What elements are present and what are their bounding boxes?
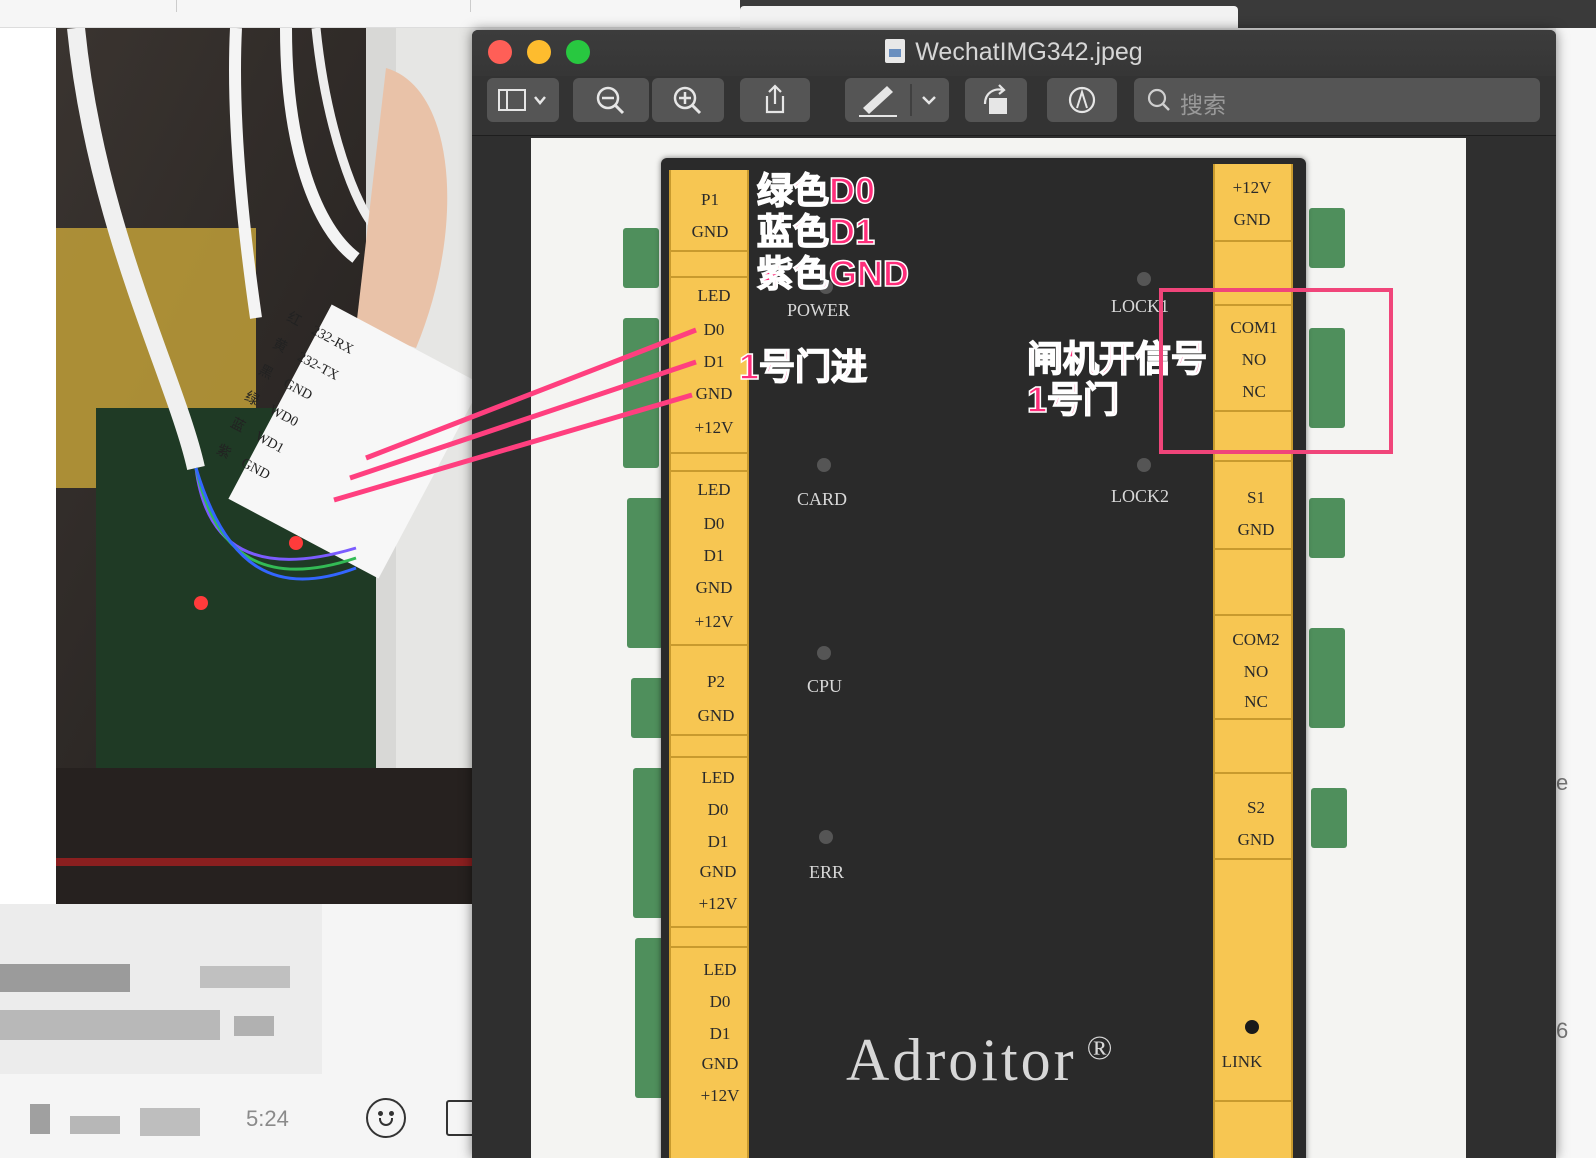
terminal-block — [1309, 208, 1345, 268]
lock1-led — [1137, 272, 1151, 286]
lock2-led — [1137, 458, 1151, 472]
link-led — [1245, 1020, 1259, 1034]
displayed-image[interactable]: P1 GND LED D0 D1 GND +12V LED D0 D1 GND … — [531, 138, 1466, 1158]
chat-photo-wiring[interactable]: 红 232-RX 黄 232-TX 黑 GND 绿 WD0 蓝 WD1 紫 GN… — [56, 28, 472, 904]
chat-margin — [0, 28, 56, 904]
chat-message-preview[interactable] — [0, 904, 322, 1074]
rotate-button[interactable] — [965, 78, 1027, 122]
sidebar-toggle-button[interactable] — [487, 78, 559, 122]
terminal-block — [623, 228, 659, 288]
background-window-edge: e 6 — [1556, 28, 1596, 1158]
sidebar-icon — [498, 89, 546, 111]
pin-label: P2 — [707, 672, 725, 691]
pin-label: P1 — [701, 190, 719, 209]
highlight-box — [1159, 288, 1393, 454]
annotation-wire-colors: 绿色D0 蓝色D1 紫色GND — [756, 169, 910, 294]
pin-label: LED — [703, 960, 737, 979]
terminal-block — [1309, 498, 1345, 558]
pin-label: S1 — [1247, 488, 1265, 507]
title-bar[interactable]: WechatIMG342.jpeg — [472, 30, 1556, 76]
pin-label: D0 — [703, 320, 725, 339]
share-icon — [765, 84, 785, 114]
pin-label: +12V — [1232, 178, 1272, 197]
pin-label: LED — [701, 768, 735, 787]
pin-label: GND — [1233, 210, 1271, 229]
pin-label: +12V — [694, 418, 734, 437]
pin-label: LED — [697, 286, 731, 305]
terminal-block — [627, 498, 663, 648]
pin-label: NO — [1243, 662, 1269, 681]
terminal-block — [623, 318, 659, 468]
markup-pen-button[interactable] — [845, 78, 949, 122]
blurred-sender — [140, 1108, 200, 1136]
indicator-label: CPU — [807, 676, 843, 696]
pin-label: D0 — [703, 514, 725, 533]
annotation-door-in: 1号门进 — [738, 345, 868, 388]
pin-label: +12V — [700, 1086, 740, 1105]
blurred-sender — [70, 1116, 120, 1134]
share-button[interactable] — [740, 78, 810, 122]
brand-logo: Adroitor ® — [846, 1027, 1116, 1093]
indicator-label: ERR — [809, 862, 845, 882]
message-time: 5:24 — [246, 1106, 289, 1131]
zoom-in-icon — [673, 86, 702, 115]
preview-window: WechatIMG342.jpeg 搜索 P1 GND LED D0 D1 GN… — [472, 30, 1556, 1158]
terminal-block — [1311, 788, 1347, 848]
pin-label: LINK — [1221, 1052, 1263, 1071]
pin-label: D1 — [709, 1024, 731, 1043]
pin-label: D0 — [709, 992, 731, 1011]
cpu-led — [817, 646, 831, 660]
rotate-icon — [983, 84, 1007, 114]
pin-label: +12V — [698, 894, 738, 913]
pin-label: GND — [1237, 520, 1275, 539]
edge-text: 6 — [1556, 1018, 1569, 1043]
chat-window-toolbar — [0, 0, 740, 28]
pen-icon — [859, 84, 936, 117]
search-placeholder: 搜索 — [1180, 92, 1226, 118]
document-icon — [885, 39, 906, 63]
pin-label: GND — [1237, 830, 1275, 849]
emoji-icon[interactable] — [366, 1098, 406, 1138]
background-tab — [740, 6, 1238, 28]
pin-label: D1 — [703, 546, 725, 565]
pin-label: COM2 — [1232, 630, 1280, 649]
blurred-sender — [30, 1104, 50, 1134]
search-icon — [1147, 88, 1170, 111]
left-pin-strip: P1 GND LED D0 D1 GND +12V LED D0 D1 GND … — [669, 170, 749, 1158]
terminal-block — [1309, 628, 1345, 728]
edge-text: e — [1556, 770, 1569, 795]
pin-label: GND — [699, 862, 737, 881]
window-title: WechatIMG342.jpeg — [472, 38, 1556, 67]
search-field[interactable]: 搜索 — [1134, 78, 1540, 122]
zoom-in-button[interactable] — [652, 78, 724, 122]
indicator-label: CARD — [797, 489, 848, 509]
pin-label: +12V — [694, 612, 734, 631]
card-led — [817, 458, 831, 472]
pin-label: LED — [697, 480, 731, 499]
pin-label: GND — [695, 578, 733, 597]
zoom-out-icon — [596, 86, 625, 115]
zoom-out-button[interactable] — [573, 78, 649, 122]
pin-label: GND — [701, 1054, 739, 1073]
indicator-label: POWER — [787, 300, 850, 320]
pin-label: NC — [1244, 692, 1268, 711]
pin-label: D1 — [707, 832, 729, 851]
toolbar: 搜索 — [472, 76, 1556, 136]
markup-icon — [1068, 86, 1096, 114]
image-canvas: P1 GND LED D0 D1 GND +12V LED D0 D1 GND … — [472, 136, 1556, 1158]
pin-label: GND — [697, 706, 735, 725]
annotate-button[interactable] — [1047, 78, 1117, 122]
pin-label: GND — [691, 222, 729, 241]
pin-label: S2 — [1247, 798, 1265, 817]
indicator-label: LOCK2 — [1111, 486, 1169, 506]
pin-label: D0 — [707, 800, 729, 819]
err-led — [819, 830, 833, 844]
